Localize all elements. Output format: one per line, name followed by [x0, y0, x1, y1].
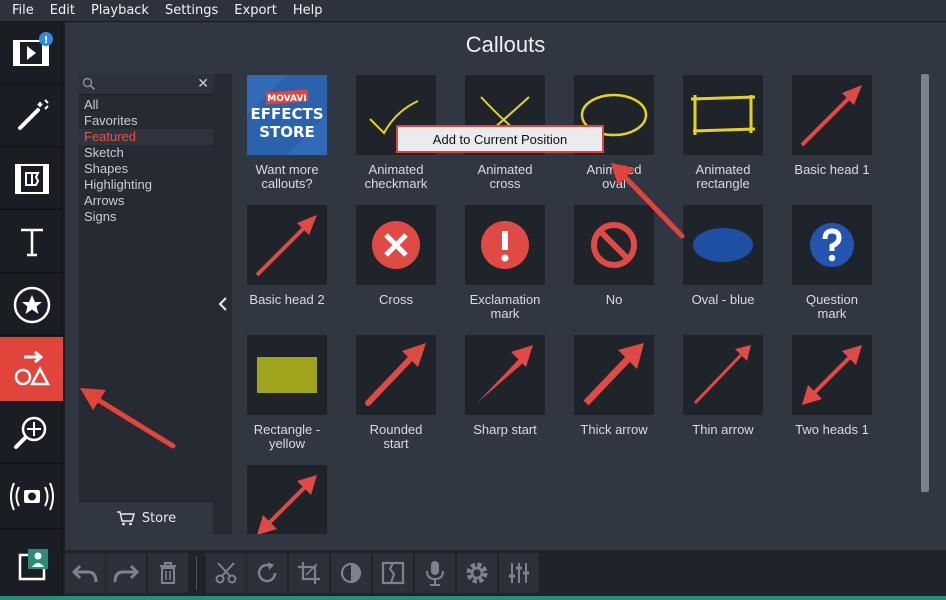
color-adjust-button[interactable]: [331, 553, 371, 593]
annotation-arrowhead-tool: [80, 388, 106, 410]
annotation-arrows: [80, 163, 685, 449]
undo-icon: [72, 564, 98, 583]
annotation-arrow-tool: [92, 395, 176, 449]
record-voice-button[interactable]: [415, 553, 455, 593]
clip-properties-button[interactable]: [457, 553, 497, 593]
crop-button[interactable]: [289, 553, 329, 593]
cut-button[interactable]: [206, 553, 246, 593]
delete-button[interactable]: [148, 553, 188, 593]
gear-icon: [466, 562, 488, 584]
transition-wizard-button[interactable]: [373, 553, 413, 593]
microphone-icon: [426, 561, 444, 586]
audio-equalizer-button[interactable]: [499, 553, 539, 593]
status-strip: [0, 596, 946, 600]
toolbar-divider: [196, 556, 197, 590]
rotate-button[interactable]: [247, 553, 287, 593]
redo-button[interactable]: [106, 553, 146, 593]
rotate-icon: [257, 562, 277, 583]
crop-icon: [298, 562, 320, 584]
trash-icon: [160, 562, 176, 584]
equalizer-icon: [509, 563, 529, 583]
undo-button[interactable]: [65, 553, 105, 593]
scissors-icon: [215, 562, 237, 584]
annotation-arrow-context: [621, 173, 685, 239]
contrast-icon: [340, 562, 362, 584]
redo-icon: [113, 564, 139, 583]
split-frame-icon: [381, 561, 405, 585]
